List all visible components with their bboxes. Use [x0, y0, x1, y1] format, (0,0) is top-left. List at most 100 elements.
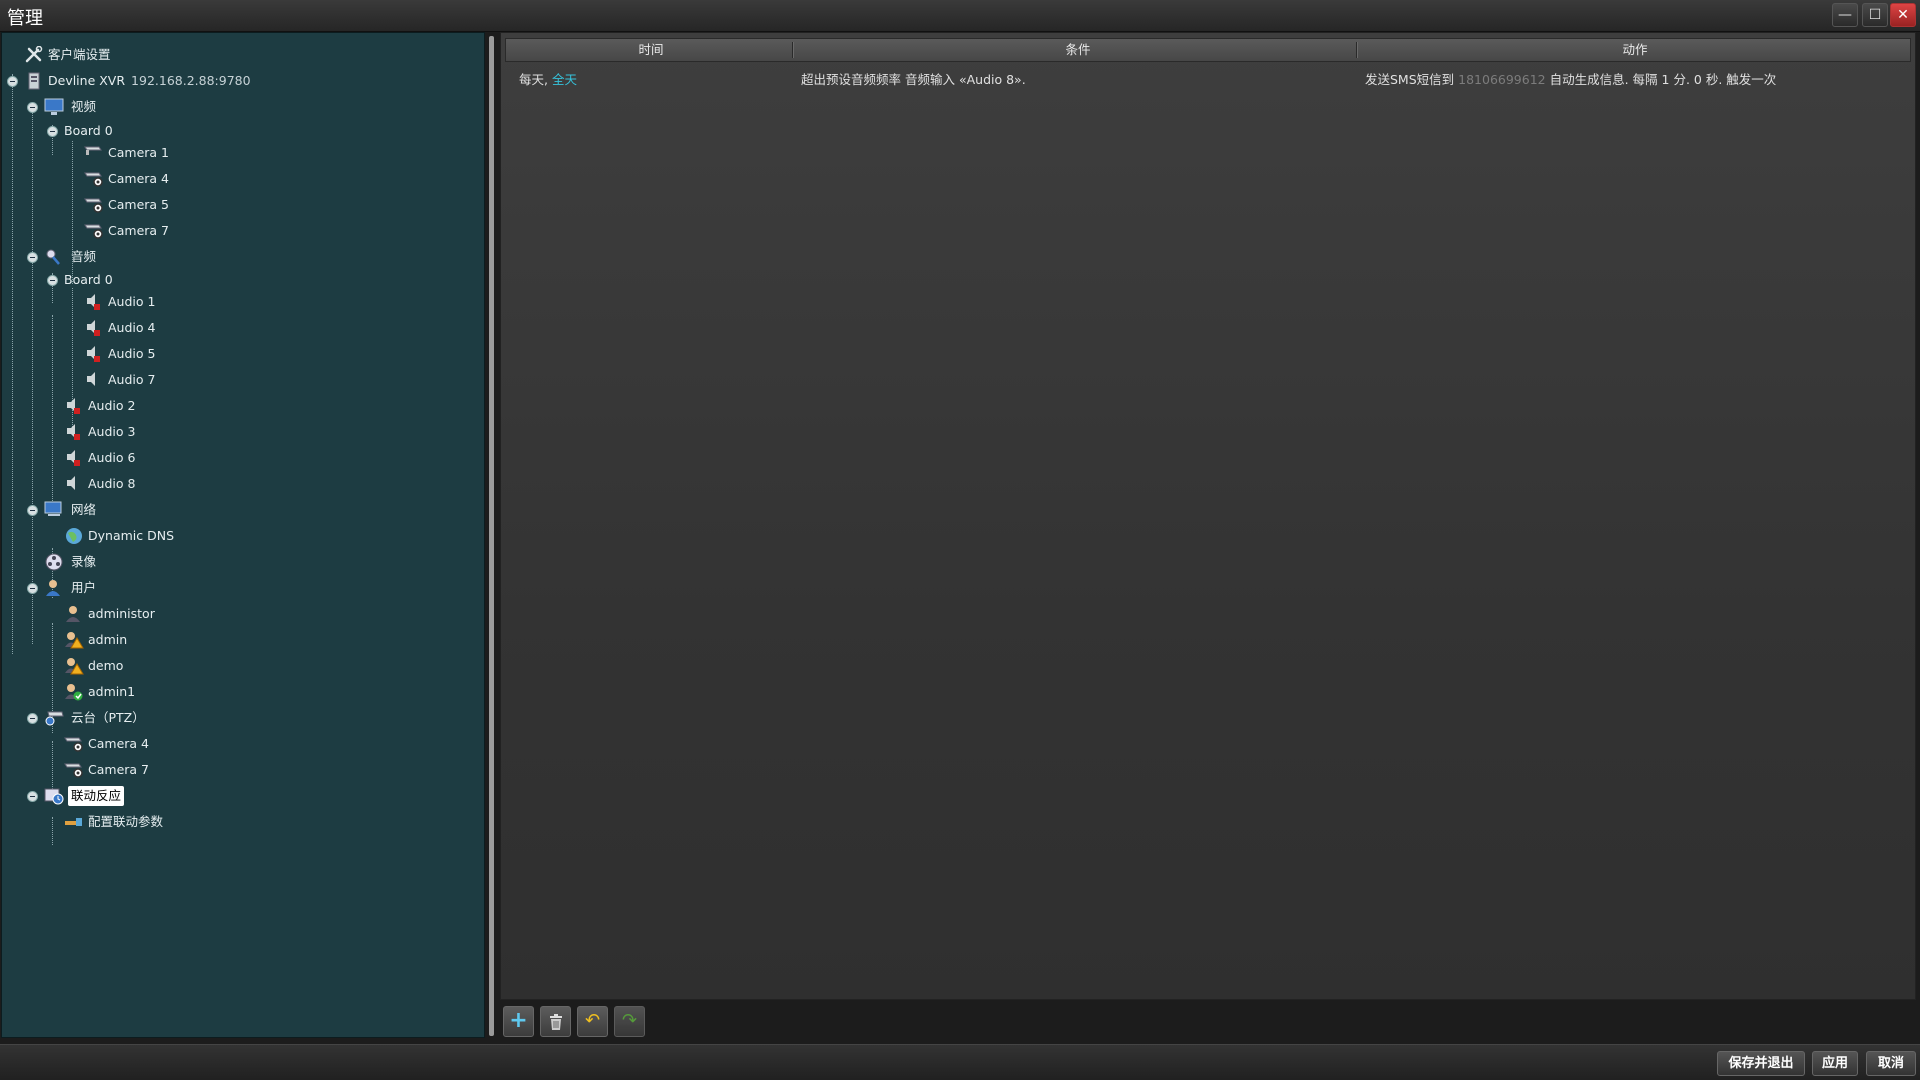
time-value: 全天 [551, 72, 577, 87]
close-icon: ✕ [1897, 7, 1909, 23]
camera-ptz-icon [64, 735, 84, 753]
minimize-button[interactable]: — [1832, 3, 1858, 27]
tree-item-audio-channel[interactable]: Audio 8 [2, 473, 482, 495]
add-rule-button[interactable]: + [503, 1006, 534, 1037]
speaker-disabled-icon [64, 397, 84, 415]
monitor-icon [44, 98, 64, 116]
network-icon [44, 501, 64, 519]
phone-number: 18106699612 [1458, 72, 1546, 87]
camera-ptz-icon [64, 761, 84, 779]
tree-item-user[interactable]: admin1 [2, 681, 482, 703]
tree-item-audio-channel[interactable]: Audio 1 [2, 291, 482, 313]
tree-item-server[interactable]: Devline XVR 192.168.2.88:9780 [2, 70, 482, 92]
ptz-camera-icon [44, 709, 64, 727]
trash-icon [546, 1014, 566, 1037]
tree-item-ptz[interactable]: 云台（PTZ） [2, 707, 482, 729]
tree-item-camera[interactable]: Camera 7 [2, 220, 482, 242]
server-icon [24, 72, 44, 90]
delete-rule-button[interactable] [540, 1006, 571, 1037]
tree-item-video[interactable]: 视频 [2, 96, 482, 118]
linkage-rules-panel: 时间 条件 动作 每天, 全天 超出预设音频频率 音频输入 «Audio 8».… [500, 32, 1916, 1000]
user-warning-icon [64, 657, 84, 675]
tree-item-camera[interactable]: Camera 5 [2, 194, 482, 216]
tree-item-audio-board[interactable]: Board 0 [2, 269, 482, 291]
collapse-toggle[interactable] [27, 505, 38, 516]
title-bar: 管理 — ☐ ✕ [0, 0, 1920, 32]
table-row[interactable]: 每天, 全天 超出预设音频频率 音频输入 «Audio 8». 发送SMS短信到… [505, 69, 1911, 91]
tree-item-camera[interactable]: Camera 4 [2, 168, 482, 190]
collapse-toggle[interactable] [27, 791, 38, 802]
window-title: 管理 [7, 8, 43, 29]
speaker-disabled-icon [64, 423, 84, 441]
camera-icon [84, 144, 104, 162]
tree-item-user[interactable]: demo [2, 655, 482, 677]
maximize-icon: ☐ [1868, 7, 1882, 23]
tree-item-audio-channel[interactable]: Audio 3 [2, 421, 482, 443]
plus-icon: + [509, 1008, 528, 1033]
tree-item-user[interactable]: administor [2, 603, 482, 625]
tree-item-audio[interactable]: 音频 [2, 246, 482, 268]
film-reel-icon [44, 553, 64, 571]
tree-item-ptz-camera[interactable]: Camera 4 [2, 733, 482, 755]
column-header-time[interactable]: 时间 [506, 39, 796, 61]
globe-icon [64, 527, 84, 545]
tree-item-audio-channel[interactable]: Audio 7 [2, 369, 482, 391]
tree-item-recording[interactable]: 录像 [2, 551, 482, 573]
tree-item-network[interactable]: 网络 [2, 499, 482, 521]
tree-item-user[interactable]: admin [2, 629, 482, 651]
tree-item-dynamic-dns[interactable]: Dynamic DNS [2, 525, 482, 547]
cell-action: 发送SMS短信到 18106699612 自动生成信息. 每隔 1 分. 0 秒… [1365, 72, 1777, 87]
tree-item-video-board[interactable]: Board 0 [2, 120, 482, 142]
tree-item-linkage-config[interactable]: 配置联动参数 [2, 811, 482, 833]
collapse-toggle[interactable] [7, 76, 18, 87]
redo-icon: ↷ [621, 1010, 638, 1031]
collapse-toggle[interactable] [27, 102, 38, 113]
user-ok-icon [64, 683, 84, 701]
table-header: 时间 条件 动作 [505, 38, 1911, 62]
users-icon [44, 579, 64, 597]
cell-time: 每天, 全天 [519, 72, 577, 87]
tree-item-audio-channel[interactable]: Audio 2 [2, 395, 482, 417]
tree-item-ptz-camera[interactable]: Camera 7 [2, 759, 482, 781]
tree-item-client-settings[interactable]: 客户端设置 [2, 44, 482, 66]
settings-tree: 客户端设置 Devline XVR 192.168.2.88:9780 视频 Bo… [1, 32, 485, 1038]
camera-ptz-icon [84, 170, 104, 188]
tree-item-audio-channel[interactable]: Audio 5 [2, 343, 482, 365]
redo-button[interactable]: ↷ [614, 1006, 645, 1037]
tree-item-linkage[interactable]: 联动反应 [2, 785, 482, 807]
minimize-icon: — [1838, 7, 1852, 23]
save-and-exit-button[interactable]: 保存并退出 [1717, 1051, 1805, 1076]
column-header-condition[interactable]: 条件 [796, 39, 1360, 61]
camera-ptz-icon [84, 196, 104, 214]
speaker-icon [64, 475, 84, 493]
server-ip: 192.168.2.88:9780 [131, 73, 251, 88]
tree-item-audio-channel[interactable]: Audio 6 [2, 447, 482, 469]
tree-item-camera[interactable]: Camera 1 [2, 142, 482, 164]
speaker-disabled-icon [84, 345, 104, 363]
column-header-action[interactable]: 动作 [1360, 39, 1910, 61]
microphone-icon [44, 248, 64, 266]
collapse-toggle[interactable] [27, 713, 38, 724]
speaker-disabled-icon [84, 293, 104, 311]
undo-icon: ↶ [584, 1010, 601, 1031]
config-key-icon [64, 813, 84, 831]
collapse-toggle[interactable] [27, 252, 38, 263]
maximize-button[interactable]: ☐ [1862, 3, 1888, 27]
collapse-toggle[interactable] [47, 275, 58, 286]
cancel-button[interactable]: 取消 [1866, 1051, 1916, 1076]
server-name: Devline XVR [48, 73, 126, 88]
apply-button[interactable]: 应用 [1812, 1051, 1858, 1076]
tree-item-users[interactable]: 用户 [2, 577, 482, 599]
close-button[interactable]: ✕ [1890, 3, 1916, 27]
collapse-toggle[interactable] [27, 583, 38, 594]
panel-splitter[interactable] [489, 36, 494, 1036]
tree-item-audio-channel[interactable]: Audio 4 [2, 317, 482, 339]
user-icon [64, 605, 84, 623]
undo-button[interactable]: ↶ [577, 1006, 608, 1037]
user-warning-icon [64, 631, 84, 649]
speaker-disabled-icon [84, 319, 104, 337]
camera-ptz-icon [84, 222, 104, 240]
collapse-toggle[interactable] [47, 126, 58, 137]
cell-condition: 超出预设音频频率 音频输入 «Audio 8». [801, 72, 1026, 87]
tools-icon [24, 46, 44, 64]
